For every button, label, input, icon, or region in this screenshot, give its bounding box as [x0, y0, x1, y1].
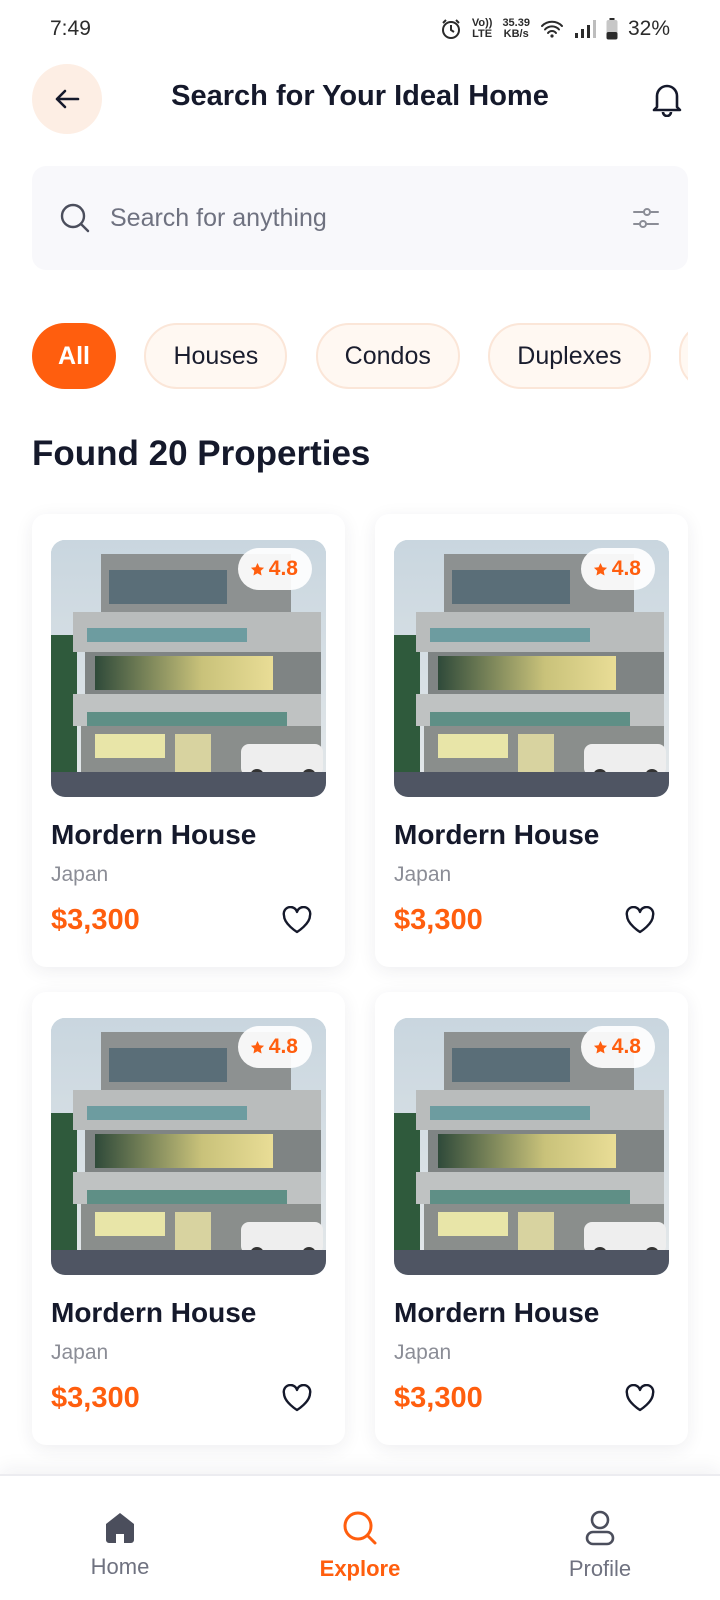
rating-value: 4.8: [611, 557, 641, 580]
property-price: $3,300: [51, 903, 140, 936]
results-title: Found 20 Properties: [32, 434, 371, 473]
bottom-nav: Home Explore Profile: [0, 1474, 720, 1600]
search-input[interactable]: [110, 203, 632, 233]
property-grid: 4.8 Mordern House Japan $3,300 4.8 Morde…: [32, 514, 688, 1445]
favorite-button[interactable]: [623, 903, 657, 937]
alarm-icon: [441, 19, 460, 39]
rating-value: 4.8: [268, 1035, 298, 1058]
property-location: Japan: [394, 863, 452, 886]
notifications-button[interactable]: [646, 78, 688, 120]
chip-all[interactable]: All: [32, 323, 116, 389]
nav-home-label: Home: [90, 1554, 150, 1579]
property-location: Japan: [51, 863, 109, 886]
property-card[interactable]: 4.8 Mordern House Japan $3,300: [375, 992, 688, 1445]
header: Search for Your Ideal Home: [32, 64, 688, 134]
favorite-button[interactable]: [280, 903, 314, 937]
page-title: Search for Your Ideal Home: [171, 80, 549, 112]
nav-explore[interactable]: Explore: [240, 1476, 480, 1600]
rating-value: 4.8: [268, 557, 298, 580]
property-image: 4.8: [394, 1018, 669, 1275]
star-icon: [250, 562, 264, 575]
rating-badge: 4.8: [580, 548, 655, 590]
property-price: $3,300: [394, 1381, 483, 1414]
search-icon: [60, 203, 90, 233]
status-icons: Vo)) LTE 35.39 KB/s 32%: [440, 17, 670, 41]
nav-profile-label: Profile: [568, 1556, 632, 1581]
heart-icon: [625, 1384, 655, 1412]
heart-icon: [625, 906, 655, 934]
chip-duplexes[interactable]: Duplexes: [488, 323, 651, 389]
status-time: 7:49: [50, 17, 91, 40]
property-image: 4.8: [51, 1018, 326, 1275]
battery-percent: 32%: [627, 17, 670, 40]
favorite-button[interactable]: [280, 1381, 314, 1415]
nav-explore-label: Explore: [319, 1556, 401, 1581]
rating-badge: 4.8: [580, 1026, 655, 1068]
battery-icon: [606, 18, 618, 40]
status-bar: 7:49 Vo)) LTE 35.39 KB/s 32%: [0, 0, 720, 58]
signal-icon: [574, 20, 596, 38]
nav-profile[interactable]: Profile: [480, 1476, 720, 1600]
favorite-button[interactable]: [623, 1381, 657, 1415]
property-name: Mordern House: [394, 819, 600, 850]
heart-icon: [282, 906, 312, 934]
network-speed: 35.39 KB/s: [502, 17, 530, 40]
chip-condos[interactable]: Condos: [315, 323, 460, 389]
property-card[interactable]: 4.8 Mordern House Japan $3,300: [375, 514, 688, 967]
explore-icon: [343, 1511, 377, 1545]
property-location: Japan: [51, 1341, 109, 1364]
property-location: Japan: [394, 1341, 452, 1364]
profile-icon: [585, 1510, 615, 1546]
property-card[interactable]: 4.8 Mordern House Japan $3,300: [32, 992, 345, 1445]
filter-icon[interactable]: [632, 206, 660, 230]
heart-icon: [282, 1384, 312, 1412]
property-name: Mordern House: [51, 819, 257, 850]
property-image: 4.8: [394, 540, 669, 797]
bell-icon: [652, 84, 682, 117]
property-name: Mordern House: [394, 1297, 600, 1328]
property-image: 4.8: [51, 540, 326, 797]
property-card[interactable]: 4.8 Mordern House Japan $3,300: [32, 514, 345, 967]
search-bar: [32, 166, 688, 270]
home-icon: [106, 1513, 134, 1543]
property-price: $3,300: [51, 1381, 140, 1414]
star-icon: [593, 1040, 607, 1053]
chip-houses[interactable]: Houses: [144, 323, 288, 389]
wifi-icon: [540, 20, 563, 38]
nav-home[interactable]: Home: [0, 1476, 240, 1600]
chip-more[interactable]: [678, 323, 688, 389]
rating-badge: 4.8: [237, 1026, 312, 1068]
star-icon: [593, 562, 607, 575]
property-name: Mordern House: [51, 1297, 257, 1328]
volte-indicator: Vo)) LTE: [471, 17, 493, 40]
star-icon: [250, 1040, 264, 1053]
rating-badge: 4.8: [237, 548, 312, 590]
category-chips: All Houses Condos Duplexes: [32, 323, 688, 389]
rating-value: 4.8: [611, 1035, 641, 1058]
property-price: $3,300: [394, 903, 483, 936]
